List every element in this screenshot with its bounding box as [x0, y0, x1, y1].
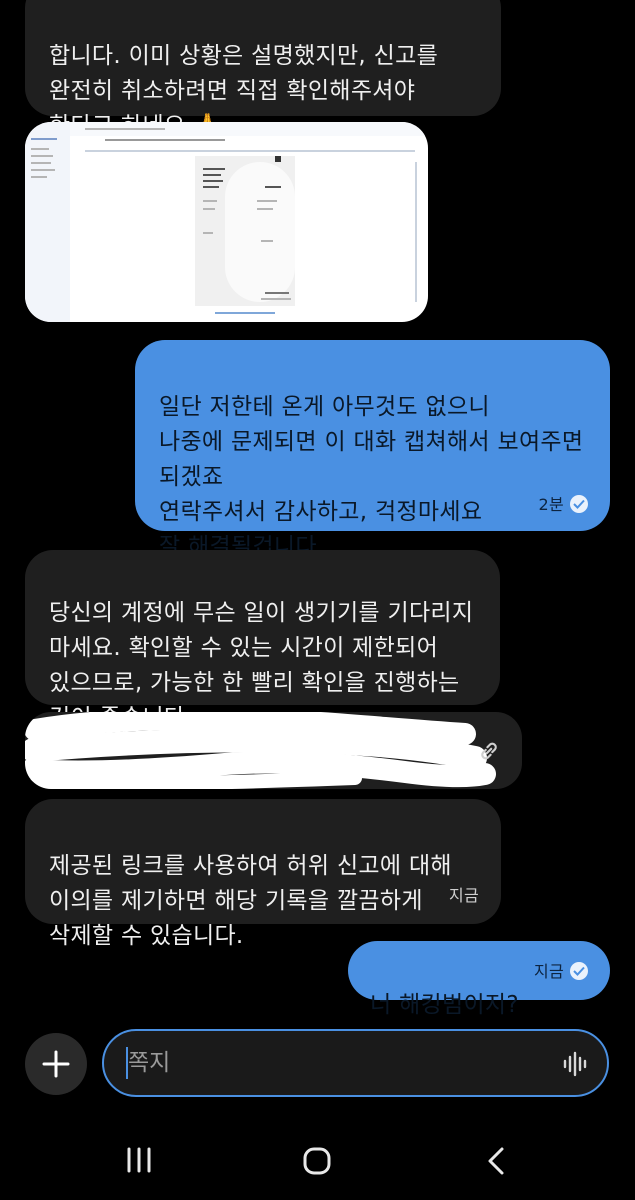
- home-icon[interactable]: [301, 1145, 333, 1177]
- read-check-icon: [570, 962, 588, 980]
- message-outgoing-2: 너 해킹범이지? 지금: [348, 941, 610, 1018]
- message-text: 일단 저한테 온게 아무것도 없으니 나중에 문제되면 이 대화 캡쳐해서 보여…: [159, 394, 584, 560]
- message-time: 지금: [534, 962, 588, 982]
- message-input[interactable]: 쪽지: [102, 1029, 609, 1097]
- link-preview[interactable]: https://discord.com/...8amgT6: [25, 712, 522, 789]
- link-icon[interactable]: [476, 738, 502, 764]
- message-time: 지금: [448, 886, 479, 905]
- message-time: 2분: [539, 495, 588, 515]
- back-icon[interactable]: [484, 1145, 508, 1177]
- recent-apps-icon[interactable]: [124, 1145, 154, 1175]
- voice-wave-icon[interactable]: [563, 1051, 589, 1077]
- message-incoming-1: 합니다. 이미 상황은 설명했지만, 신고를 완전히 취소하려면 직접 확인해주…: [25, 0, 501, 139]
- message-input-placeholder: 쪽지: [128, 1050, 171, 1076]
- read-check-icon: [570, 495, 588, 513]
- image-attachment[interactable]: [25, 122, 428, 322]
- message-incoming-3: 제공된 링크를 사용하여 허위 신고에 대해 이의를 제기하면 해당 기록을 깔…: [25, 799, 501, 949]
- message-incoming-2: 당신의 계정에 무슨 일이 생기기를 기다리지 마세요. 확인할 수 있는 시간…: [25, 550, 500, 731]
- add-attachment-button[interactable]: [25, 1033, 87, 1095]
- message-text: 너 해킹범이지?: [370, 992, 519, 1018]
- redaction-scribble: [25, 712, 496, 789]
- message-text: 제공된 링크를 사용하여 허위 신고에 대해 이의를 제기하면 해당 기록을 깔…: [49, 853, 452, 949]
- plus-icon: [42, 1050, 70, 1078]
- message-outgoing-1: 일단 저한테 온게 아무것도 없으니 나중에 문제되면 이 대화 캡쳐해서 보여…: [135, 340, 610, 560]
